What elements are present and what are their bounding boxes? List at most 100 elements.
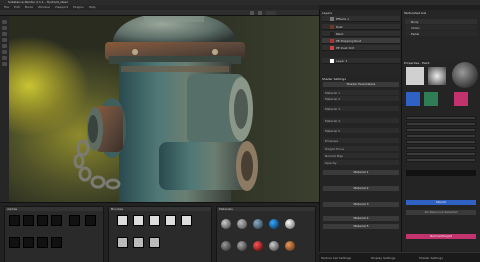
backface-culling-slider[interactable] [406,152,476,156]
material-sphere[interactable] [253,219,263,229]
alpha-thumbnail[interactable] [9,237,20,248]
no-resource-button[interactable]: No Resource Selected [406,210,476,215]
material-picker-icon[interactable] [2,56,7,60]
dock-tab-bar: Texture Set Settings Display Settings Sh… [319,252,480,262]
layer-name: PE Dust Dirt [336,46,355,50]
spacing-slider[interactable] [406,134,476,138]
alpha-thumbnail[interactable] [23,215,34,226]
texture-set-item[interactable]: Pedel [405,31,477,36]
shelf-tab-materials[interactable]: Materials [217,207,315,211]
size-slider[interactable] [406,116,476,120]
alpha-thumbnail[interactable] [37,215,48,226]
clone-icon[interactable] [2,50,7,54]
shader-row[interactable]: Height Force [323,146,399,151]
brush-thumbnail[interactable] [133,237,144,248]
display-icon[interactable] [258,11,262,15]
brush-thumbnail[interactable] [149,215,160,226]
alpha-preview[interactable] [428,67,446,85]
material-preview[interactable] [452,62,478,88]
brush-thumbnail[interactable] [165,215,176,226]
shader-row[interactable]: Material 4 [323,118,399,123]
material-sphere[interactable] [253,241,263,251]
view-mode-dropdown[interactable] [266,11,276,15]
3d-viewport[interactable] [9,16,319,202]
material-section[interactable]: Material 2 [323,186,399,191]
alpha-slot[interactable] [406,170,476,176]
texture-set-item[interactable]: Body [405,19,477,24]
tab-display-settings[interactable]: Display Settings [371,256,395,260]
alpha-thumbnail[interactable] [23,237,34,248]
jitter-slider[interactable] [406,146,476,150]
material-section[interactable]: Material 4 [323,216,399,221]
material-section[interactable]: Material 3 [323,202,399,207]
material-sphere[interactable] [285,241,295,251]
projection-icon[interactable] [2,32,7,36]
smudge-icon[interactable] [2,44,7,48]
alpha-thumbnail[interactable] [9,215,20,226]
layer-row[interactable]: PE Dust Dirt [322,45,400,51]
brush-thumbnail[interactable] [117,237,128,248]
texture-set-label: Body [411,20,419,24]
material-sphere[interactable] [221,219,231,229]
color-swatch-green[interactable] [424,92,438,106]
material-section[interactable]: Material 1 [323,170,399,175]
brush-thumbnail[interactable] [133,215,144,226]
material-sphere[interactable] [237,219,247,229]
shader-row[interactable]: Material 1 [323,90,399,95]
shader-name: Shader Parameters [323,82,399,87]
material-sphere[interactable] [269,241,279,251]
brush-preview[interactable] [406,67,424,85]
material-sphere[interactable] [221,241,231,251]
polygon-fill-icon[interactable] [2,62,7,66]
layer-row[interactable]: Layer 1 [322,58,400,64]
layer-row[interactable]: Paint [322,31,400,37]
material-sphere[interactable] [269,219,279,229]
brush-thumbnail[interactable] [117,215,128,226]
alpha-thumbnail[interactable] [69,215,80,226]
material-sphere[interactable] [285,219,295,229]
tab-texture-set-settings[interactable]: Texture Set Settings [321,256,351,260]
shader-row[interactable]: Material 2 [323,96,399,101]
material-sphere[interactable] [237,241,247,251]
shelf-brushes: Brushes [108,206,212,262]
shelf-tab-alphas[interactable]: Alphas [5,207,103,211]
shader-row[interactable]: Material 3 [323,106,399,111]
texture-set-item[interactable]: Chain [405,25,477,30]
properties-title: Properties - Paint [404,61,430,65]
angle-slider[interactable] [406,140,476,144]
tab-shader-settings[interactable]: Shader Settings [419,256,443,260]
fire-hydrant-render [73,16,258,202]
properties-panel: Properties - Paint Stencil No Resource S… [401,60,480,262]
layer-row[interactable]: Rust [322,24,400,30]
layers-panel: Layers Effects 1 Rust Paint PE Dripping … [319,10,401,76]
alpha-thumbnail[interactable] [85,215,96,226]
paint-brush-icon[interactable] [2,20,7,24]
brush-thumbnail[interactable] [181,215,192,226]
shader-row[interactable]: Material 5 [323,128,399,133]
layer-thumbnail [330,25,334,29]
camera-icon[interactable] [250,11,254,15]
alpha-thumbnail[interactable] [51,215,62,226]
shader-row[interactable]: Normal Map [323,153,399,158]
color-swatch-blue[interactable] [406,92,420,106]
eraser-icon[interactable] [2,26,7,30]
texture-set-title: TextureSet List [404,11,427,15]
geometry-mask-icon[interactable] [2,38,7,42]
stroke-opacity-slider[interactable] [406,128,476,132]
shelf-tab-brushes[interactable]: Brushes [109,207,211,211]
color-swatch-pink[interactable] [454,92,468,106]
shader-row[interactable]: Opacity [323,160,399,165]
flow-slider[interactable] [406,122,476,126]
brush-thumbnail[interactable] [149,237,160,248]
alpha-thumbnail[interactable] [51,237,62,248]
layer-thumbnail [330,39,334,43]
layer-row[interactable]: PE Dripping Rust [322,38,400,44]
normal-height-button[interactable]: Normal/Height [406,234,476,239]
stencil-button[interactable]: Stencil [406,200,476,205]
layer-row[interactable]: Effects 1 [322,16,400,22]
alpha-thumbnail[interactable] [37,237,48,248]
size-space-dropdown[interactable] [406,158,476,162]
shelf-materials: Materials [216,206,316,262]
material-section[interactable]: Material 5 [323,224,399,229]
shader-row[interactable]: Emissive [323,138,399,143]
